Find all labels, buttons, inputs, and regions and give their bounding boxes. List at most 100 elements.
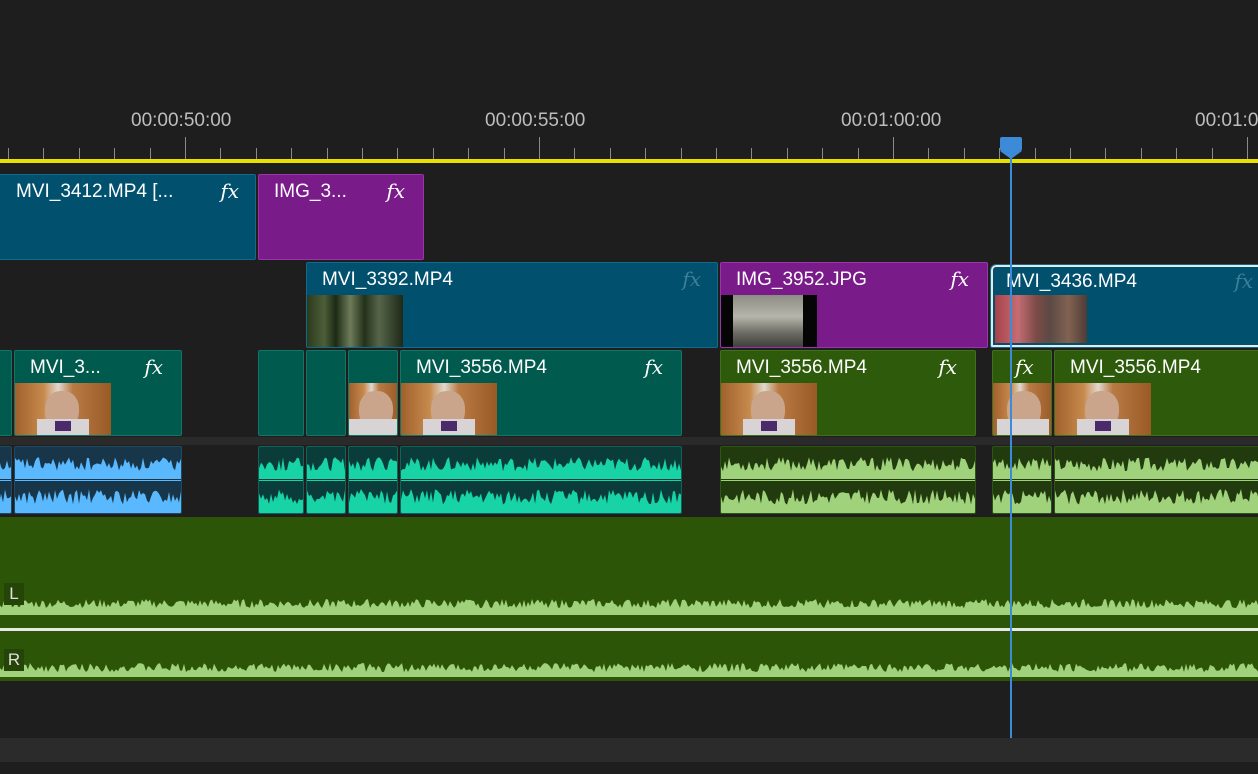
clip-name: MVI_3556.MP4 — [736, 357, 867, 378]
horizontal-scrollbar[interactable] — [0, 738, 1258, 762]
clip-name: MVI_3412.MP4 [... — [16, 181, 174, 202]
clip-segment[interactable] — [348, 350, 398, 436]
fx-icon: fx — [644, 355, 663, 379]
fx-icon: fx — [938, 355, 957, 379]
ruler-minor-tick — [256, 148, 257, 159]
playhead-handle[interactable] — [1000, 137, 1022, 159]
clip-thumbnail — [307, 295, 403, 347]
clip-mvi-3436[interactable]: MVI_3436.MP4 fx — [990, 264, 1258, 348]
clip-thumbnail — [995, 295, 1087, 343]
audio-clip-waveform[interactable] — [400, 446, 682, 514]
audio-track-master[interactable]: L R — [0, 517, 1258, 681]
ruler-major-tick — [185, 137, 186, 159]
panel-bottom — [0, 762, 1258, 774]
audio-clip-waveform[interactable] — [720, 446, 976, 514]
waveform-graphic — [307, 457, 345, 513]
ruler-minor-tick — [504, 148, 505, 159]
fx-icon: fx — [1015, 355, 1034, 379]
audio-clip-waveform[interactable] — [306, 446, 346, 514]
ruler-minor-tick — [1141, 148, 1142, 159]
ruler-minor-tick — [1070, 148, 1071, 159]
fx-icon: fx — [386, 179, 405, 203]
clip-name: IMG_3952.JPG — [736, 269, 867, 290]
clip-img-3[interactable]: IMG_3... fx — [258, 174, 424, 260]
timecode-label: 00:01:00:00 — [841, 110, 942, 131]
timecode-label: 00:00:50:00 — [131, 110, 232, 131]
ruler-minor-tick — [610, 148, 611, 159]
clip-img-3952[interactable]: IMG_3952.JPG fx — [720, 262, 988, 348]
clip-mvi-3412[interactable]: MVI_3412.MP4 [... fx — [0, 174, 256, 260]
timecode-label: 00:00:55:00 — [485, 110, 586, 131]
ruler-minor-tick — [574, 148, 575, 159]
ruler-minor-tick — [681, 148, 682, 159]
channel-label-left: L — [4, 583, 24, 605]
ruler-minor-tick — [220, 148, 221, 159]
ruler-minor-tick — [79, 148, 80, 159]
clip-thumbnail — [349, 383, 397, 435]
ruler-minor-tick — [397, 148, 398, 159]
ruler-minor-tick — [645, 148, 646, 159]
ruler-minor-tick — [1212, 148, 1213, 159]
ruler-minor-tick — [822, 148, 823, 159]
clip-mvi-3556[interactable]: MVI_3556.MP4 fx — [720, 350, 976, 436]
fx-icon: fx — [144, 355, 163, 379]
clip-thumbnail — [721, 383, 817, 435]
waveform-graphic — [0, 460, 11, 513]
ruler-minor-tick — [787, 148, 788, 159]
ruler-major-tick — [539, 137, 540, 159]
clip-mvi-3392[interactable]: MVI_3392.MP4 fx — [306, 262, 718, 348]
ruler-minor-tick — [291, 148, 292, 159]
clip-mvi-3556[interactable]: MVI_3556.MP4 — [1054, 350, 1258, 436]
clip-name: MVI_3392.MP4 — [322, 269, 453, 290]
clip-name: MVI_3556.MP4 — [1070, 357, 1201, 378]
ruler-minor-tick — [928, 148, 929, 159]
time-ruler[interactable]: 00:00:50:00 00:00:55:00 00:01:00:00 00:0… — [0, 0, 1258, 166]
waveform-graphic — [721, 457, 975, 513]
ruler-minor-tick — [858, 148, 859, 159]
ruler-minor-tick — [716, 148, 717, 159]
clip-name: MVI_3436.MP4 — [1006, 271, 1137, 292]
fx-icon: fx — [682, 267, 701, 291]
clip-name: IMG_3... — [274, 181, 347, 202]
clip-segment[interactable] — [0, 350, 12, 436]
audio-clip-waveform[interactable] — [992, 446, 1052, 514]
fx-icon: fx — [1234, 269, 1253, 293]
ruler-minor-tick — [964, 148, 965, 159]
ruler-minor-tick — [114, 148, 115, 159]
clip-name: MVI_3... — [30, 357, 101, 378]
waveform-graphic — [259, 457, 303, 513]
audio-clip-waveform[interactable] — [1054, 446, 1258, 514]
ruler-minor-tick — [433, 148, 434, 159]
audio-clip-waveform[interactable] — [0, 446, 12, 514]
waveform-graphic — [15, 457, 181, 513]
ruler-minor-tick — [1035, 148, 1036, 159]
ruler-minor-tick — [150, 148, 151, 159]
audio-clip-waveform[interactable] — [258, 446, 304, 514]
clip-segment[interactable] — [258, 350, 304, 436]
fx-icon: fx — [220, 179, 239, 203]
track-separator — [0, 437, 1258, 445]
playhead-line[interactable] — [1010, 150, 1012, 738]
clip-thumbnail — [401, 383, 497, 435]
ruler-minor-tick — [751, 148, 752, 159]
clip-thumbnail — [721, 295, 817, 347]
clip-mvi-3[interactable]: MVI_3... fx — [14, 350, 182, 436]
ruler-major-tick — [893, 137, 894, 159]
waveform-graphic — [993, 457, 1051, 513]
work-area-bar[interactable] — [0, 159, 1258, 163]
channel-label-right: R — [4, 649, 24, 671]
clip-segment[interactable]: fx — [992, 350, 1052, 436]
ruler-major-tick — [1247, 137, 1248, 159]
fx-icon: fx — [950, 267, 969, 291]
clip-thumbnail — [993, 383, 1051, 435]
clip-mvi-3556[interactable]: MVI_3556.MP4 fx — [400, 350, 682, 436]
audio-clip-waveform[interactable] — [348, 446, 398, 514]
waveform-right — [0, 663, 1258, 677]
ruler-minor-tick — [327, 148, 328, 159]
waveform-graphic — [1055, 457, 1258, 513]
ruler-minor-tick — [1176, 148, 1177, 159]
clip-segment[interactable] — [306, 350, 346, 436]
audio-clip-waveform[interactable] — [14, 446, 182, 514]
waveform-graphic — [349, 457, 397, 513]
waveform-graphic — [401, 457, 681, 513]
